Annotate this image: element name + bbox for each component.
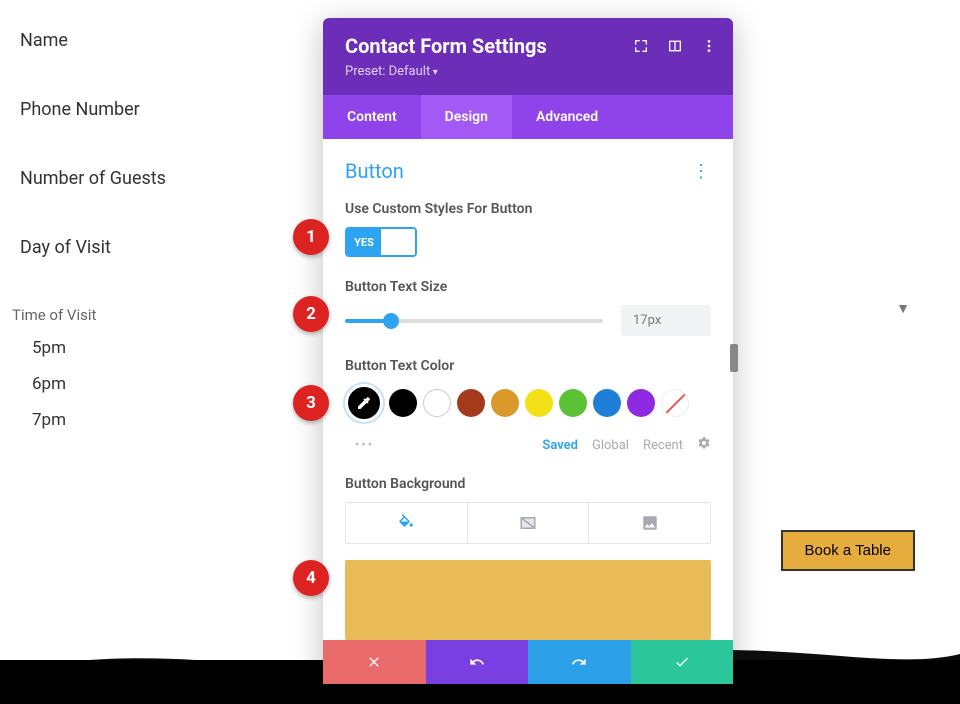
background-color-preview[interactable] [345, 560, 711, 640]
swatch-purple[interactable] [627, 389, 655, 417]
more-colors-icon[interactable]: ••• [355, 438, 374, 453]
bg-tab-gradient[interactable] [468, 503, 590, 543]
swatch-gold[interactable] [491, 389, 519, 417]
form-field-guests[interactable]: Number of Guests [20, 168, 280, 189]
modal-body: Button ⋮ Use Custom Styles For Button YE… [323, 139, 733, 640]
color-tab-saved[interactable]: Saved [542, 438, 578, 453]
tab-content[interactable]: Content [323, 95, 421, 139]
color-settings-gear-icon[interactable] [697, 436, 711, 454]
bg-tab-color[interactable] [346, 503, 468, 543]
text-size-slider[interactable] [345, 319, 603, 323]
undo-button[interactable] [426, 640, 529, 684]
swatch-none[interactable] [661, 389, 689, 417]
time-option-6pm[interactable]: 6pm [20, 374, 280, 394]
modal-tabs: Content Design Advanced [323, 95, 733, 139]
expand-icon[interactable] [633, 38, 649, 58]
book-table-button[interactable]: Book a Table [781, 530, 915, 571]
redo-button[interactable] [528, 640, 631, 684]
swatch-yellow[interactable] [525, 389, 553, 417]
cancel-button[interactable] [323, 640, 426, 684]
annotation-badge-2: 2 [293, 296, 329, 332]
text-size-label: Button Text Size [345, 279, 711, 295]
color-tab-global[interactable]: Global [592, 438, 629, 453]
color-picker-eyedropper[interactable] [345, 384, 383, 422]
swatch-blue[interactable] [593, 389, 621, 417]
color-tab-recent[interactable]: Recent [643, 438, 683, 453]
color-swatches [345, 384, 711, 422]
tab-advanced[interactable]: Advanced [512, 95, 622, 139]
resize-handle[interactable] [730, 344, 738, 372]
form-field-phone[interactable]: Phone Number [20, 99, 280, 120]
section-title[interactable]: Button [345, 159, 404, 183]
swatch-white[interactable] [423, 389, 451, 417]
background-label: Button Background [345, 476, 711, 492]
chevron-down-icon[interactable]: ▼ [896, 300, 910, 317]
split-view-icon[interactable] [667, 38, 683, 58]
custom-styles-label: Use Custom Styles For Button [345, 201, 711, 217]
kebab-menu-icon[interactable] [701, 38, 717, 58]
text-size-value[interactable]: 17px [621, 305, 711, 336]
time-options: 5pm 6pm 7pm [20, 338, 280, 430]
background-form: Name Phone Number Number of Guests Day o… [20, 30, 280, 446]
custom-styles-toggle[interactable]: YES [345, 227, 417, 257]
save-button[interactable] [631, 640, 734, 684]
slider-thumb[interactable] [383, 313, 399, 329]
annotation-badge-3: 3 [293, 385, 329, 421]
bg-tab-image[interactable] [589, 503, 710, 543]
settings-modal: Contact Form Settings Preset: Default Co… [323, 18, 733, 684]
preset-dropdown[interactable]: Preset: Default [345, 64, 711, 79]
modal-action-bar [323, 640, 733, 684]
annotation-badge-4: 4 [293, 560, 329, 596]
time-option-5pm[interactable]: 5pm [20, 338, 280, 358]
tab-design[interactable]: Design [421, 95, 512, 139]
text-color-label: Button Text Color [345, 358, 711, 374]
form-field-day[interactable]: Day of Visit [20, 237, 280, 258]
background-type-tabs [345, 502, 711, 544]
modal-header: Contact Form Settings Preset: Default [323, 18, 733, 95]
swatch-green[interactable] [559, 389, 587, 417]
toggle-yes-label: YES [347, 229, 381, 255]
swatch-brown[interactable] [457, 389, 485, 417]
time-of-visit-label: Time of Visit [12, 306, 280, 324]
form-field-name[interactable]: Name [20, 30, 280, 51]
annotation-badge-1: 1 [293, 219, 329, 255]
swatch-black[interactable] [389, 389, 417, 417]
section-menu-icon[interactable]: ⋮ [692, 161, 711, 182]
toggle-thumb [381, 229, 415, 255]
time-option-7pm[interactable]: 7pm [20, 410, 280, 430]
